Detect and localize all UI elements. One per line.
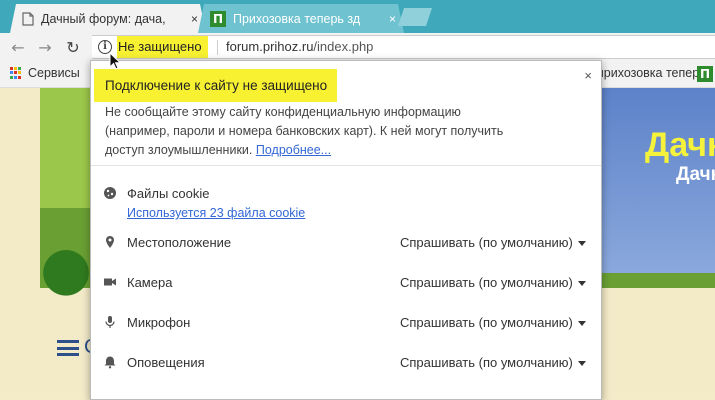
notifications-permission-select[interactable]: Спрашивать (по умолчанию) xyxy=(400,355,586,370)
popup-title: Подключение к сайту не защищено xyxy=(94,69,338,102)
tab-forum[interactable]: Дачный форум: дача, × xyxy=(10,4,206,33)
permission-value: Спрашивать (по умолчанию) xyxy=(400,235,573,250)
permission-value: Спрашивать (по умолчанию) xyxy=(400,355,573,370)
url-path: /index.php xyxy=(313,39,374,54)
microphone-icon xyxy=(105,316,115,328)
reload-button[interactable]: ↻ xyxy=(63,37,83,57)
tab-close-button[interactable]: × xyxy=(191,13,198,25)
popup-close-button[interactable]: × xyxy=(584,68,592,83)
permission-label: Микрофон xyxy=(127,315,191,330)
banner-subtitle: Дачн xyxy=(676,164,715,185)
caret-down-icon xyxy=(577,241,586,247)
caret-down-icon xyxy=(577,321,586,327)
permission-label: Местоположение xyxy=(127,235,232,250)
toolbar: ← → ↻ i Не защищено forum.prihoz.ru/inde… xyxy=(0,33,715,62)
apps-icon xyxy=(10,67,22,79)
popup-message: Не сообщайте этому сайту конфиденциальну… xyxy=(105,103,525,160)
bell-icon xyxy=(104,356,116,369)
url-host: forum.prihoz.ru xyxy=(226,39,314,54)
security-indicator[interactable]: Не защищено xyxy=(117,36,208,58)
favicon-icon: П xyxy=(210,11,226,27)
mouse-cursor-icon xyxy=(109,52,121,70)
location-permission-select[interactable]: Спрашивать (по умолчанию) xyxy=(400,235,586,250)
cookie-icon xyxy=(104,187,116,199)
cookies-link[interactable]: Используется 23 файла cookie xyxy=(127,206,305,220)
tab-title: Прихозовка теперь зд xyxy=(233,11,361,26)
url-text[interactable]: forum.prihoz.ru/index.php xyxy=(226,36,373,58)
tab-prihozovka[interactable]: П Прихозовка теперь зд × xyxy=(198,4,404,33)
menu-icon[interactable] xyxy=(57,340,79,356)
banner-title: Дачн xyxy=(645,126,715,164)
caret-down-icon xyxy=(577,281,586,287)
forward-button[interactable]: → xyxy=(35,37,55,57)
bookmark-favicon-icon[interactable]: П xyxy=(697,66,713,82)
site-info-popup: Подключение к сайту не защищено × Не соо… xyxy=(90,60,602,400)
bookmark-apps[interactable]: Сервисы xyxy=(10,66,80,80)
bookmark-apps-label: Сервисы xyxy=(28,66,80,80)
divider xyxy=(91,165,601,166)
camera-permission-select[interactable]: Спрашивать (по умолчанию) xyxy=(400,275,586,290)
permission-label: Камера xyxy=(127,275,173,290)
tab-strip: Дачный форум: дача, × П Прихозовка тепер… xyxy=(0,0,715,33)
address-bar[interactable]: i Не защищено forum.prihoz.ru/index.php xyxy=(92,35,715,59)
permission-value: Спрашивать (по умолчанию) xyxy=(400,275,573,290)
permission-value: Спрашивать (по умолчанию) xyxy=(400,315,573,330)
caret-down-icon xyxy=(577,361,586,367)
camera-icon xyxy=(104,278,116,286)
document-icon xyxy=(22,12,34,26)
cookies-label: Файлы cookie xyxy=(127,186,210,201)
back-button[interactable]: ← xyxy=(8,37,28,57)
tab-close-button[interactable]: × xyxy=(389,13,396,25)
new-tab-button[interactable] xyxy=(398,8,432,26)
learn-more-link[interactable]: Подробнее... xyxy=(256,143,331,157)
tab-title: Дачный форум: дача, xyxy=(41,11,166,26)
microphone-permission-select[interactable]: Спрашивать (по умолчанию) xyxy=(400,315,586,330)
location-pin-icon xyxy=(106,236,114,248)
divider xyxy=(217,40,218,55)
bookmark-item[interactable]: прихозовка теперь xyxy=(597,66,706,80)
permission-label: Оповещения xyxy=(127,355,205,370)
